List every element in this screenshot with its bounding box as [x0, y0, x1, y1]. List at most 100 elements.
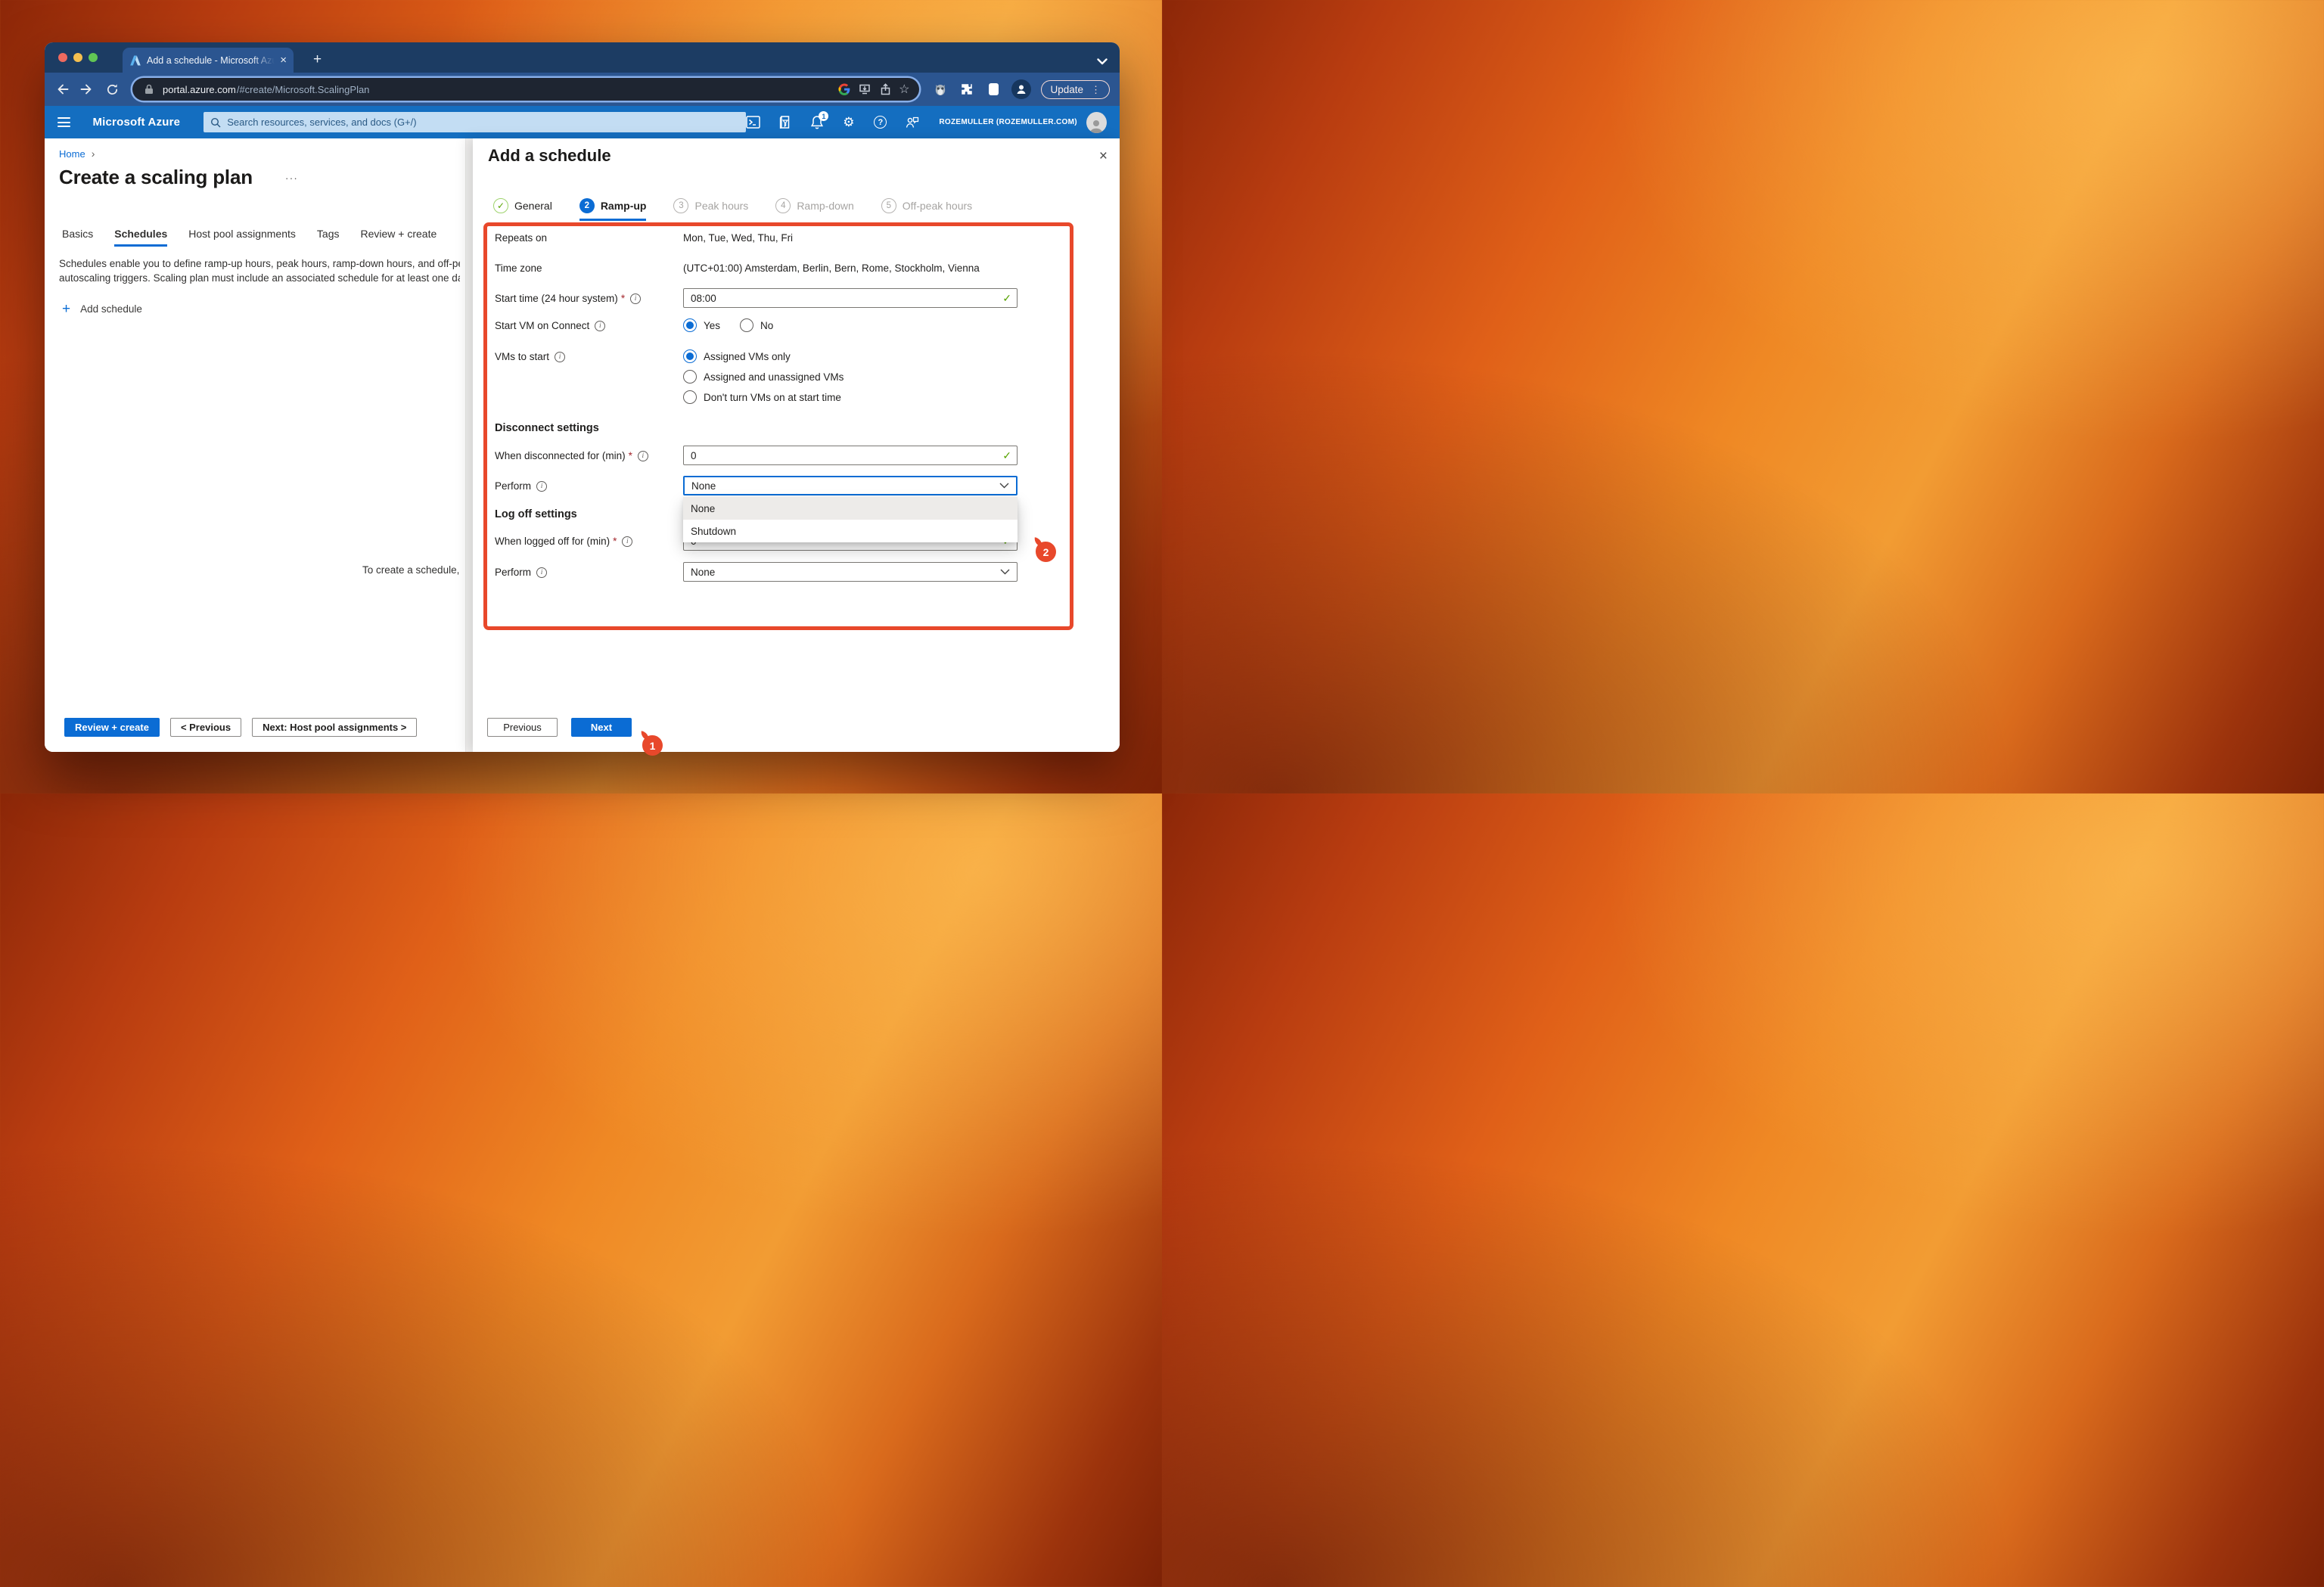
tab-close-icon[interactable]: × [280, 54, 287, 66]
more-options-icon[interactable]: ··· [285, 172, 298, 184]
step-general-label: General [514, 200, 552, 212]
create-scaling-plan-page: Home › Create a scaling plan ··· Basics … [45, 138, 473, 752]
tab-schedules[interactable]: Schedules [114, 228, 168, 247]
info-icon[interactable]: i [622, 536, 633, 547]
cloud-shell-icon[interactable] [746, 115, 761, 129]
start-vm-yes-radio[interactable]: Yes [683, 318, 720, 332]
next-tab-button[interactable]: Next: Host pool assignments > [252, 718, 418, 737]
panel-next-button[interactable]: Next [571, 718, 632, 737]
breadcrumb: Home › [59, 148, 95, 160]
create-schedule-note: To create a schedule, ent [362, 564, 462, 576]
azure-brand[interactable]: Microsoft Azure [92, 116, 180, 129]
tab-tags[interactable]: Tags [317, 228, 340, 247]
install-app-icon[interactable] [858, 82, 872, 96]
info-icon[interactable]: i [536, 567, 548, 578]
review-create-button[interactable]: Review + create [64, 718, 160, 737]
start-vm-no-radio[interactable]: No [740, 318, 773, 332]
radio-icon [683, 390, 697, 404]
search-icon [211, 117, 221, 127]
info-icon[interactable]: i [637, 450, 648, 461]
browser-window: Add a schedule - Microsoft Azu × + porta… [45, 42, 1120, 752]
logoff-settings-heading: Log off settings [495, 508, 577, 520]
tab-review-create[interactable]: Review + create [360, 228, 437, 247]
step-done-check-icon: ✓ [493, 198, 508, 213]
callout-badge-1: 1 [642, 735, 663, 756]
callout-badge-2: 2 [1036, 542, 1056, 562]
perform-disconnect-dropdown[interactable]: None [683, 476, 1018, 495]
step-ramp-down-label: Ramp-down [797, 200, 854, 212]
info-icon[interactable]: i [555, 351, 566, 362]
chevron-down-icon [999, 483, 1009, 489]
dropdown-option-shutdown[interactable]: Shutdown [683, 520, 1018, 542]
back-icon[interactable] [54, 82, 70, 97]
valid-check-icon: ✓ [1002, 292, 1011, 304]
start-time-input[interactable] [683, 288, 1018, 308]
forward-icon[interactable] [79, 82, 95, 97]
new-tab-button[interactable]: + [313, 51, 322, 68]
browser-tab[interactable]: Add a schedule - Microsoft Azu × [123, 48, 294, 73]
directory-filter-icon[interactable] [778, 115, 792, 129]
google-icon[interactable] [837, 82, 851, 96]
url-bar[interactable]: portal.azure.com /#create/Microsoft.Scal… [132, 78, 920, 101]
account-name[interactable]: ROZEMULLER (ROZEMULLER.COM) [939, 118, 1077, 126]
valid-check-icon: ✓ [1002, 449, 1011, 461]
help-icon[interactable]: ? [873, 115, 887, 129]
page-scrollbar[interactable] [465, 138, 473, 752]
tab-search-chevron-icon[interactable] [1097, 58, 1108, 65]
start-time-input-wrap: ✓ [683, 288, 1018, 308]
dropdown-option-none[interactable]: None [683, 497, 1018, 520]
required-icon: * [620, 293, 626, 304]
info-icon[interactable]: i [595, 320, 606, 331]
perform-logoff-dropdown[interactable]: None [683, 562, 1018, 582]
side-panel-icon[interactable] [985, 81, 1002, 98]
reload-icon[interactable] [104, 82, 120, 97]
info-icon[interactable]: i [536, 480, 548, 492]
extensions-puzzle-icon[interactable] [958, 81, 975, 98]
vms-assigned-only-radio[interactable]: Assigned VMs only [683, 349, 791, 363]
required-icon: * [613, 536, 617, 547]
settings-gear-icon[interactable]: ⚙ [841, 115, 856, 129]
step-ramp-up[interactable]: 2 Ramp-up [579, 198, 647, 221]
wizard-tabs: Basics Schedules Host pool assignments T… [62, 228, 437, 247]
close-window-button[interactable] [58, 53, 67, 62]
update-button[interactable]: Update ⋮ [1041, 79, 1110, 99]
breadcrumb-chevron-icon: › [91, 148, 95, 160]
step-2-circle: 2 [579, 198, 595, 213]
step-ramp-down[interactable]: 4 Ramp-down [775, 198, 854, 221]
notifications-bell-icon[interactable]: 1 [809, 111, 829, 129]
step-ramp-up-label: Ramp-up [600, 200, 647, 212]
breadcrumb-home-link[interactable]: Home [59, 148, 85, 160]
raccoon-extension-icon[interactable] [932, 81, 949, 98]
maximize-window-button[interactable] [89, 53, 98, 62]
step-peak-hours[interactable]: 3 Peak hours [673, 198, 748, 221]
browser-profile-avatar[interactable] [1011, 79, 1032, 99]
account-avatar[interactable] [1086, 111, 1107, 133]
azure-search-box[interactable] [204, 112, 747, 132]
feedback-icon[interactable] [905, 115, 919, 129]
step-5-circle: 5 [881, 198, 896, 213]
update-label: Update [1050, 83, 1083, 95]
step-general[interactable]: ✓ General [493, 198, 552, 221]
hamburger-menu-icon[interactable] [57, 117, 71, 127]
when-disconnected-input[interactable] [683, 446, 1018, 465]
browser-menu-icon[interactable]: ⋮ [1091, 85, 1101, 95]
bookmark-star-icon[interactable]: ☆ [899, 82, 909, 97]
share-icon[interactable] [878, 82, 892, 96]
panel-previous-button[interactable]: Previous [487, 718, 558, 737]
vms-dont-turn-on-radio[interactable]: Don't turn VMs on at start time [683, 390, 841, 404]
panel-footer-buttons: Previous Next [487, 718, 632, 737]
vms-assigned-unassigned-radio[interactable]: Assigned and unassigned VMs [683, 370, 844, 384]
tab-basics[interactable]: Basics [62, 228, 93, 247]
schedules-description-line1: Schedules enable you to define ramp-up h… [59, 258, 460, 269]
previous-tab-button[interactable]: < Previous [169, 718, 242, 737]
tab-host-pool-assignments[interactable]: Host pool assignments [188, 228, 296, 247]
info-icon[interactable]: i [630, 293, 642, 304]
lock-icon[interactable] [142, 82, 156, 96]
minimize-window-button[interactable] [73, 53, 82, 62]
add-schedule-panel: × Add a schedule ✓ General 2 Ramp-up 3 P… [473, 138, 1120, 752]
step-off-peak-hours[interactable]: 5 Off-peak hours [881, 198, 972, 221]
close-panel-icon[interactable]: × [1099, 149, 1108, 163]
url-domain: portal.azure.com [163, 83, 236, 95]
add-schedule-link[interactable]: + Add schedule [62, 302, 142, 316]
search-input[interactable] [227, 116, 740, 128]
